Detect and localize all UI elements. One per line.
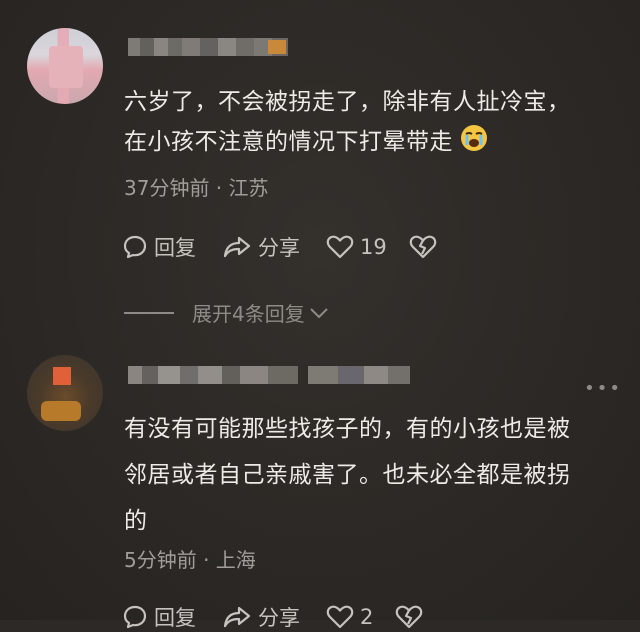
broken-heart-icon xyxy=(409,235,437,259)
avatar[interactable] xyxy=(27,28,103,104)
avatar[interactable] xyxy=(27,355,103,431)
comment-thread: 六岁了，不会被拐走了，除非有人扯冷宝， 在小孩不注意的情况下打晕带走 37分钟前… xyxy=(0,0,640,630)
heart-icon xyxy=(326,235,354,259)
expand-label: 展开4条回复 xyxy=(192,302,305,326)
more-dots-icon[interactable]: ••• xyxy=(584,378,622,399)
comment-line: 六岁了，不会被拐走了，除非有人扯冷宝， xyxy=(124,89,571,115)
like-count: 19 xyxy=(360,235,387,259)
comment-actions: 回复 分享 2 xyxy=(122,602,455,632)
comment-body: 有没有可能那些找孩子的，有的小孩也是被 邻居或者自己亲戚害了。也未必全都是被拐 … xyxy=(124,406,614,544)
comment-line-text: 在小孩不注意的情况下打晕带走 xyxy=(124,129,453,155)
share-button[interactable]: 分享 xyxy=(222,232,300,262)
reply-label: 回复 xyxy=(154,606,196,630)
share-button[interactable]: 分享 xyxy=(222,602,300,632)
heart-icon xyxy=(326,605,354,629)
like-button[interactable]: 2 xyxy=(326,604,373,630)
comment-actions: 回复 分享 19 xyxy=(122,232,469,262)
like-button[interactable]: 19 xyxy=(326,234,387,260)
share-label: 分享 xyxy=(258,606,300,630)
share-label: 分享 xyxy=(258,236,300,260)
reply-button[interactable]: 回复 xyxy=(122,232,196,262)
user-badge xyxy=(268,40,286,54)
broken-heart-icon xyxy=(396,605,423,629)
comment-line: 在小孩不注意的情况下打晕带走 xyxy=(124,122,614,166)
comment-meta: 37分钟前 · 江苏 xyxy=(124,176,269,200)
crying-face-icon xyxy=(459,123,489,166)
dislike-button[interactable] xyxy=(409,234,443,260)
divider-dash xyxy=(124,311,174,314)
expand-replies-button[interactable]: 展开4条回复 xyxy=(124,298,329,327)
chat-bubble-icon xyxy=(123,235,147,259)
chat-bubble-icon xyxy=(123,605,147,629)
dislike-button[interactable] xyxy=(395,604,429,630)
reply-label: 回复 xyxy=(154,236,196,260)
like-count: 2 xyxy=(360,605,374,629)
comment-line: 的 xyxy=(124,508,148,534)
share-arrow-icon xyxy=(223,606,251,628)
comment-body: 六岁了，不会被拐走了，除非有人扯冷宝， 在小孩不注意的情况下打晕带走 xyxy=(124,82,614,166)
username-blurred[interactable] xyxy=(128,38,288,56)
share-arrow-icon xyxy=(223,236,251,258)
chevron-down-icon xyxy=(310,307,328,318)
reply-button[interactable]: 回复 xyxy=(122,602,196,632)
comment-line: 邻居或者自己亲戚害了。也未必全都是被拐 xyxy=(124,462,571,488)
username-blurred[interactable] xyxy=(128,366,410,384)
comment-meta: 5分钟前 · 上海 xyxy=(124,548,256,572)
comment-line: 有没有可能那些找孩子的，有的小孩也是被 xyxy=(124,416,571,442)
